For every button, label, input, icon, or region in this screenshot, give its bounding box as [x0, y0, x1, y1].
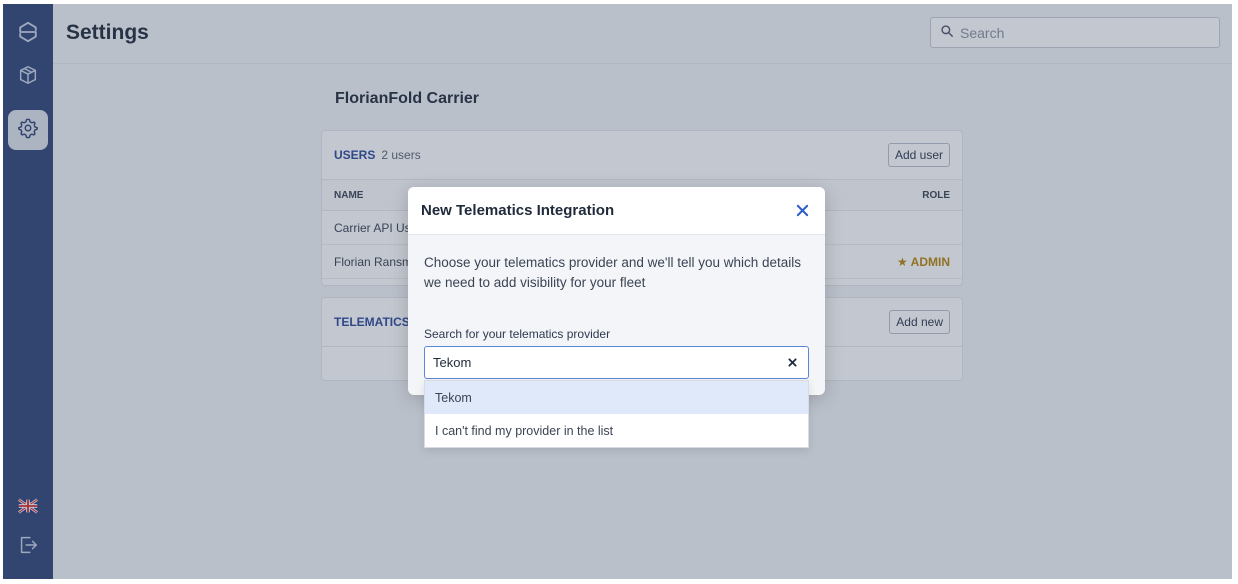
clear-icon — [787, 358, 797, 367]
provider-search-field[interactable] — [424, 346, 809, 379]
provider-option-not-found[interactable]: I can't find my provider in the list — [425, 414, 808, 447]
provider-option-tekom[interactable]: Tekom — [425, 381, 808, 414]
telematics-modal: New Telematics Integration Choose your t… — [408, 187, 825, 395]
modal-description: Choose your telematics provider and we'l… — [424, 255, 802, 290]
modal-title: New Telematics Integration — [421, 202, 615, 219]
app-root: Settings FlorianFold Carrier USERS2 user… — [3, 4, 1232, 579]
provider-field-label: Search for your telematics provider — [424, 327, 611, 341]
close-icon — [796, 204, 808, 217]
clear-input-button[interactable] — [784, 355, 800, 371]
provider-search-input[interactable] — [433, 355, 784, 370]
provider-dropdown: Tekom I can't find my provider in the li… — [424, 380, 809, 448]
close-modal-button[interactable] — [792, 201, 812, 221]
modal-header: New Telematics Integration — [408, 187, 825, 235]
